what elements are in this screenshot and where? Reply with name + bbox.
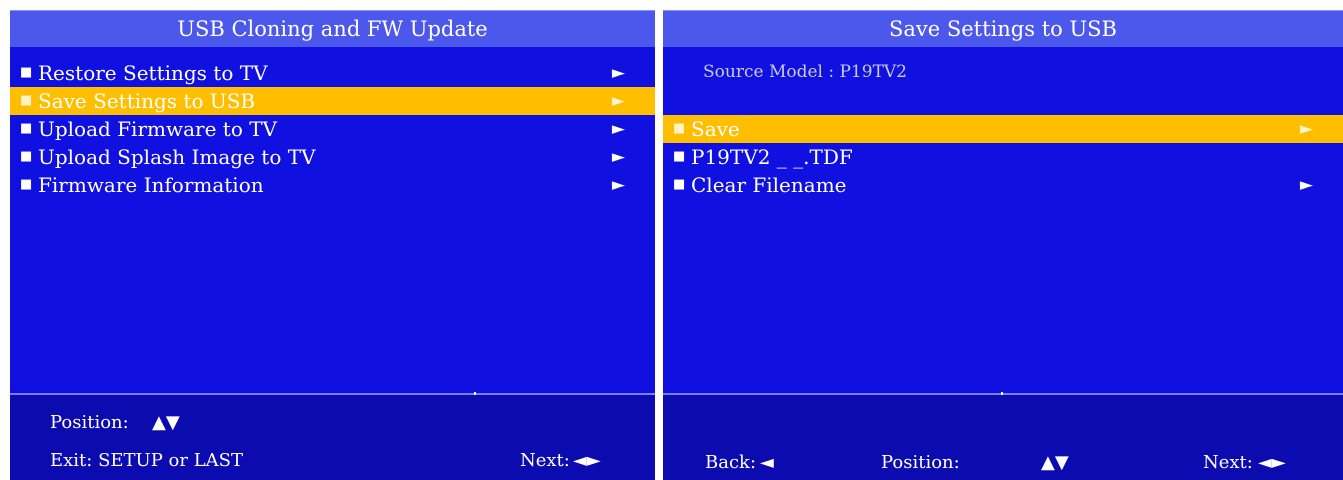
next-hint-label: Next:	[520, 450, 570, 471]
bullet-icon: ■	[20, 177, 33, 192]
arrow-right-icon: ►	[611, 147, 625, 167]
arrow-right-icon: ►	[611, 175, 625, 195]
left-arrow-icon: ◄	[760, 452, 774, 473]
usb-cloning-panel: USB Cloning and FW Update ■ Restore Sett…	[10, 10, 655, 480]
menu-item-save[interactable]: ■ Save ►	[663, 115, 1343, 143]
panel-title: USB Cloning and FW Update	[10, 10, 655, 47]
save-settings-panel: Save Settings to USB Source Model : P19T…	[663, 10, 1343, 480]
arrow-right-icon: ►	[611, 119, 625, 139]
bullet-icon: ■	[20, 149, 33, 164]
bullet-icon: ■	[20, 65, 33, 80]
menu-item-clear-filename[interactable]: ■ Clear Filename ►	[663, 171, 1343, 199]
navigation-hint-bar: Back: ◄ Position: ▲▼ Next: ◄►	[663, 392, 1343, 480]
menu-item-label: Save Settings to USB	[38, 89, 256, 113]
position-hint-label: Position:	[881, 452, 960, 473]
left-right-arrows-icon: ◄►	[573, 450, 601, 471]
menu-item-filename[interactable]: ■ P19TV2 _ _.TDF	[663, 143, 1343, 171]
divider-tick	[1001, 392, 1003, 395]
source-model-text: Source Model : P19TV2	[703, 62, 907, 82]
panel-title: Save Settings to USB	[663, 10, 1343, 47]
up-down-arrows-icon: ▲▼	[152, 412, 180, 433]
navigation-hint-bar: Position: ▲▼ Exit: SETUP or LAST Next: ◄…	[10, 392, 655, 480]
bullet-icon: ■	[20, 121, 33, 136]
exit-hint: Exit: SETUP or LAST	[50, 450, 243, 471]
menu-item-label: Save	[691, 117, 740, 141]
bullet-icon: ■	[673, 121, 686, 136]
menu-item-label: Upload Firmware to TV	[38, 117, 277, 141]
bullet-icon: ■	[20, 93, 33, 108]
back-hint-label: Back:	[705, 452, 757, 473]
menu-item-label: Restore Settings to TV	[38, 61, 268, 85]
menu-item-label: Upload Splash Image to TV	[38, 145, 316, 169]
menu-item-upload-splash[interactable]: ■ Upload Splash Image to TV ►	[10, 143, 655, 171]
arrow-right-icon: ►	[611, 63, 625, 83]
menu-item-upload-firmware[interactable]: ■ Upload Firmware to TV ►	[10, 115, 655, 143]
filename-field: P19TV2 _ _.TDF	[691, 145, 853, 169]
menu-item-save-settings[interactable]: ■ Save Settings to USB ►	[10, 87, 655, 115]
next-hint-label: Next:	[1203, 452, 1253, 473]
arrow-right-icon: ►	[1299, 119, 1313, 139]
divider-tick	[474, 392, 476, 395]
bullet-icon: ■	[673, 177, 686, 192]
arrow-right-icon: ►	[1299, 175, 1313, 195]
left-right-arrows-icon: ◄►	[1258, 452, 1286, 473]
arrow-right-icon: ►	[611, 91, 625, 111]
position-hint-label: Position:	[50, 412, 129, 433]
save-settings-menu: ■ Save ► ■ P19TV2 _ _.TDF ■ Clear Filena…	[663, 115, 1343, 199]
up-down-arrows-icon: ▲▼	[1041, 452, 1069, 473]
menu-item-restore-settings[interactable]: ■ Restore Settings to TV ►	[10, 59, 655, 87]
bullet-icon: ■	[673, 149, 686, 164]
menu-item-label: Clear Filename	[691, 173, 847, 197]
menu-item-label: Firmware Information	[38, 173, 264, 197]
menu-item-firmware-info[interactable]: ■ Firmware Information ►	[10, 171, 655, 199]
usb-cloning-menu: ■ Restore Settings to TV ► ■ Save Settin…	[10, 59, 655, 199]
